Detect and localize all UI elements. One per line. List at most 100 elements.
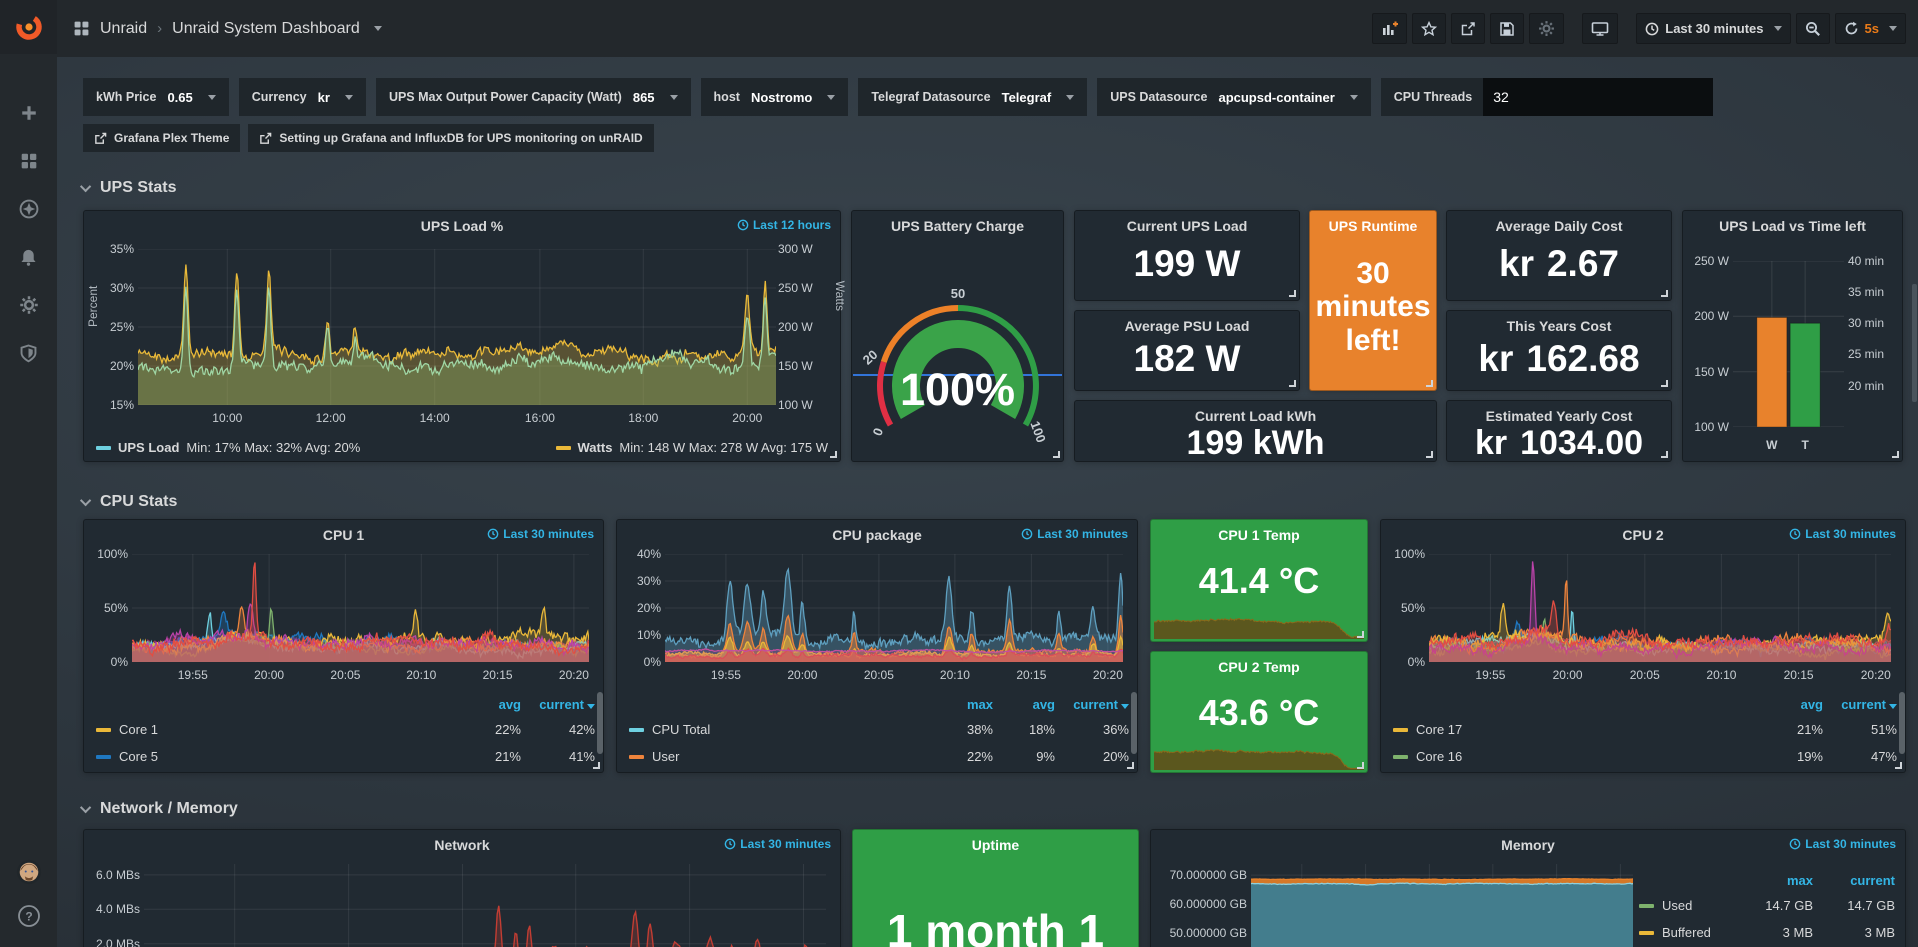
- monitor-icon: [1591, 21, 1609, 37]
- stat-title[interactable]: This Years Cost: [1507, 318, 1612, 334]
- panel-resize-handle[interactable]: [1357, 762, 1364, 769]
- variable-telegraf-datasource[interactable]: Telegraf Datasource Telegraf: [858, 78, 1087, 116]
- panel-time-range[interactable]: Last 30 minutes: [1789, 527, 1896, 541]
- panel-resize-handle[interactable]: [1289, 290, 1296, 297]
- panel-time-range[interactable]: Last 30 minutes: [1789, 837, 1896, 851]
- star-dashboard-button[interactable]: [1412, 13, 1446, 44]
- help-button[interactable]: ?: [16, 903, 42, 929]
- panel-resize-handle[interactable]: [1895, 762, 1902, 769]
- breadcrumb-dashboard-title[interactable]: Unraid System Dashboard: [172, 20, 360, 38]
- sidebar-item-explore[interactable]: [16, 196, 42, 222]
- legend-scrollbar[interactable]: [1131, 692, 1137, 754]
- variable-label: host: [714, 90, 740, 104]
- sidebar-item-dashboards[interactable]: [16, 148, 42, 174]
- share-dashboard-button[interactable]: [1451, 13, 1485, 44]
- stat-title[interactable]: Average PSU Load: [1125, 318, 1250, 334]
- time-range-picker[interactable]: Last 30 minutes: [1636, 13, 1790, 44]
- panel-resize-handle[interactable]: [830, 451, 837, 458]
- cpu-threads-input[interactable]: [1483, 78, 1713, 116]
- stat-title[interactable]: Average Daily Cost: [1495, 218, 1622, 234]
- legend-series-name[interactable]: Core 5: [119, 749, 158, 764]
- legend-col-current[interactable]: current: [1813, 873, 1895, 888]
- variable-ups-max-output[interactable]: UPS Max Output Power Capacity (Watt) 865: [376, 78, 691, 116]
- panel-resize-handle[interactable]: [1892, 451, 1899, 458]
- panel-resize-handle[interactable]: [1289, 380, 1296, 387]
- legend-series-name[interactable]: CPU Total: [652, 722, 710, 737]
- panel-title[interactable]: UPS Load %: [84, 218, 840, 234]
- network-memory-row: Network Last 30 minutes 6.0 MBs 4.0 MBs …: [83, 829, 1906, 947]
- legend-series-name[interactable]: Core 1: [119, 722, 158, 737]
- panel-title[interactable]: CPU 1 Temp: [1151, 527, 1367, 543]
- legend-series-name[interactable]: Buffered: [1662, 925, 1711, 940]
- panel-resize-handle[interactable]: [1426, 380, 1433, 387]
- sidebar-item-alerting[interactable]: [16, 244, 42, 270]
- variable-ups-datasource[interactable]: UPS Datasource apcupsd-container: [1097, 78, 1371, 116]
- user-avatar[interactable]: [16, 859, 42, 885]
- breadcrumb-folder[interactable]: Unraid: [100, 20, 147, 38]
- panel-time-range[interactable]: Last 12 hours: [737, 218, 831, 232]
- section-header-network-memory[interactable]: Network / Memory: [83, 797, 1906, 821]
- svg-text:?: ?: [25, 910, 32, 924]
- panel-resize-handle[interactable]: [593, 762, 600, 769]
- legend-scrollbar[interactable]: [1899, 692, 1905, 754]
- grafana-logo-icon: [14, 12, 44, 42]
- panel-time-range[interactable]: Last 30 minutes: [1021, 527, 1128, 541]
- legend-col-avg[interactable]: avg: [1761, 697, 1823, 712]
- panel-resize-handle[interactable]: [1357, 631, 1364, 638]
- panel-resize-handle[interactable]: [1053, 451, 1060, 458]
- legend-series-name[interactable]: Used: [1662, 898, 1692, 913]
- link-ups-monitoring-guide[interactable]: Setting up Grafana and InfluxDB for UPS …: [248, 124, 653, 152]
- zoom-out-button[interactable]: [1796, 13, 1830, 44]
- legend-col-current[interactable]: current: [521, 697, 595, 712]
- sidebar-item-configuration[interactable]: [16, 292, 42, 318]
- panel-time-range[interactable]: Last 30 minutes: [487, 527, 594, 541]
- sidebar-item-create[interactable]: [16, 100, 42, 126]
- legend-series-name[interactable]: Watts: [578, 440, 613, 455]
- stat-title[interactable]: Estimated Yearly Cost: [1486, 408, 1633, 424]
- variable-label: kWh Price: [96, 90, 156, 104]
- panel-cpu-1-temp: CPU 1 Temp 41.4 °C: [1150, 519, 1368, 642]
- panel-resize-handle[interactable]: [1661, 380, 1668, 387]
- panel-resize-handle[interactable]: [1127, 762, 1134, 769]
- dashboard-settings-button[interactable]: [1529, 13, 1564, 44]
- variable-value: Telegraf: [1002, 90, 1052, 105]
- legend-col-avg[interactable]: avg: [993, 697, 1055, 712]
- legend-series-name[interactable]: UPS Load: [118, 440, 179, 455]
- variable-kwh-price[interactable]: kWh Price 0.65: [83, 78, 229, 116]
- panel-resize-handle[interactable]: [1661, 451, 1668, 458]
- variable-currency[interactable]: Currency kr: [239, 78, 366, 116]
- legend-col-max[interactable]: max: [1731, 873, 1813, 888]
- dashboard-caret-icon[interactable]: [374, 26, 382, 31]
- legend-col-current[interactable]: current: [1055, 697, 1129, 712]
- tv-mode-button[interactable]: [1582, 13, 1618, 44]
- section-header-ups-stats[interactable]: UPS Stats: [83, 176, 1906, 200]
- panel-resize-handle[interactable]: [1661, 290, 1668, 297]
- link-grafana-plex-theme[interactable]: Grafana Plex Theme: [83, 124, 240, 152]
- legend-col-current[interactable]: current: [1823, 697, 1897, 712]
- legend-col-avg[interactable]: avg: [459, 697, 521, 712]
- legend-color-dash: [556, 446, 571, 450]
- panel-average-daily-cost: Average Daily Cost kr2.67: [1446, 210, 1672, 301]
- page-scrollbar[interactable]: [1912, 284, 1917, 402]
- panel-title[interactable]: CPU 2 Temp: [1151, 659, 1367, 675]
- ups-load-time-bar-chart: [1733, 261, 1844, 427]
- panel-time-range[interactable]: Last 30 minutes: [724, 837, 831, 851]
- legend-series-name[interactable]: Core 17: [1416, 722, 1462, 737]
- panel-resize-handle[interactable]: [1426, 451, 1433, 458]
- add-panel-button[interactable]: [1372, 13, 1407, 44]
- variable-host[interactable]: host Nostromo: [701, 78, 849, 116]
- legend-series-name[interactable]: Core 16: [1416, 749, 1462, 764]
- sidebar-item-server-admin[interactable]: [16, 340, 42, 366]
- panel-title[interactable]: Uptime: [853, 837, 1138, 853]
- grafana-logo[interactable]: [0, 0, 57, 54]
- stat-title[interactable]: UPS Runtime: [1329, 218, 1418, 234]
- stat-title[interactable]: Current UPS Load: [1127, 218, 1248, 234]
- stat-title[interactable]: Current Load kWh: [1195, 408, 1316, 424]
- save-dashboard-button[interactable]: [1490, 13, 1524, 44]
- refresh-picker[interactable]: 5s: [1835, 13, 1906, 44]
- legend-series-name[interactable]: User: [652, 749, 679, 764]
- legend-scrollbar[interactable]: [597, 692, 603, 754]
- section-header-cpu-stats[interactable]: CPU Stats: [83, 490, 1906, 514]
- legend-col-max[interactable]: max: [931, 697, 993, 712]
- panel-title[interactable]: UPS Load vs Time left: [1683, 218, 1902, 234]
